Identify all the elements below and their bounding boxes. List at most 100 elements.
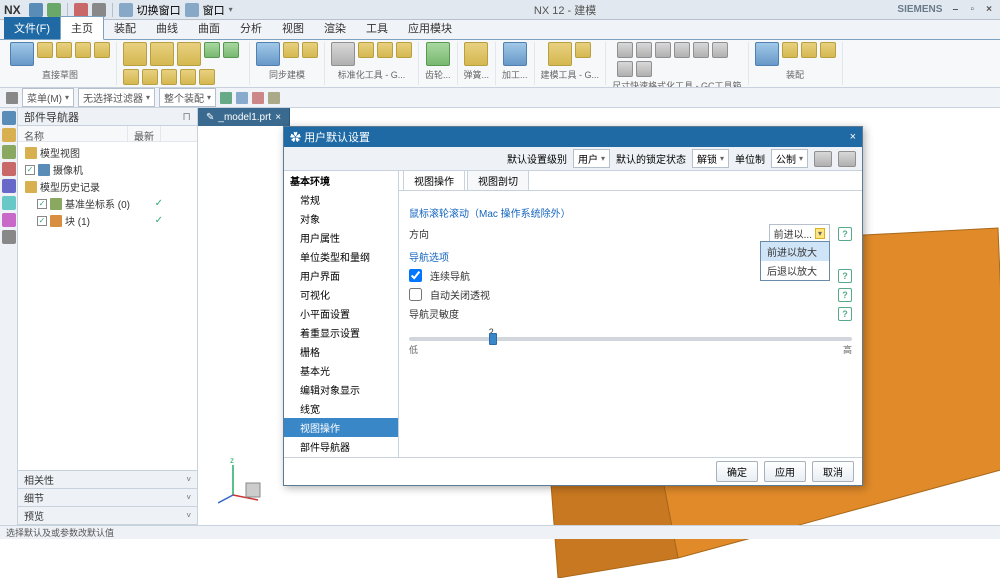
move-face-button[interactable] (256, 42, 280, 66)
filter-combo[interactable]: 无选择过滤器 ▾ (78, 88, 155, 107)
unite-button[interactable] (223, 42, 239, 58)
hole-button[interactable] (177, 42, 201, 66)
tab-home[interactable]: 主页 (60, 16, 104, 40)
tree-row[interactable]: ✓摄像机 (22, 161, 193, 178)
category-node[interactable]: 着重显示设置 (284, 323, 398, 342)
dim5-button[interactable] (693, 42, 709, 58)
category-node[interactable]: 部件导航器 (284, 437, 398, 456)
view-triad[interactable]: z (218, 455, 268, 505)
circle-button[interactable] (56, 42, 72, 58)
pattern-button[interactable] (204, 42, 220, 58)
roles-icon[interactable] (2, 230, 16, 244)
tab-view[interactable]: 视图 (272, 17, 314, 39)
asm3-button[interactable] (801, 42, 817, 58)
category-node[interactable]: 栅格 (284, 342, 398, 361)
lock-combo[interactable]: 解锁▾ (692, 149, 729, 168)
help-icon[interactable]: ? (838, 227, 852, 241)
apply-button[interactable]: 应用 (764, 461, 806, 482)
continuous-nav-checkbox[interactable] (409, 269, 422, 282)
datum-button[interactable] (123, 42, 147, 66)
dim6-button[interactable] (712, 42, 728, 58)
tab-curve[interactable]: 曲线 (146, 17, 188, 39)
category-node[interactable]: 对象 (284, 209, 398, 228)
dd-item-back-zoom-in[interactable]: 后退以放大 (761, 261, 829, 280)
category-node[interactable]: 单位类型和量纲 (284, 247, 398, 266)
col-name[interactable]: 名称 (18, 126, 128, 141)
section-deps[interactable]: 相关性˅ (18, 471, 197, 489)
gear-button[interactable] (426, 42, 450, 66)
rect-button[interactable] (37, 42, 53, 58)
section-details[interactable]: 细节˅ (18, 489, 197, 507)
arc-button[interactable] (94, 42, 110, 58)
dim2-button[interactable] (636, 42, 652, 58)
tab-render[interactable]: 渲染 (314, 17, 356, 39)
category-node[interactable]: 小平面设置 (284, 304, 398, 323)
tab-surface[interactable]: 曲面 (188, 17, 230, 39)
dd-item-forward-zoom-in[interactable]: 前进以放大 (761, 242, 829, 261)
extrude-button[interactable] (150, 42, 174, 66)
file-tab-close-icon[interactable]: × (275, 112, 281, 123)
spring-button[interactable] (464, 42, 488, 66)
asm-nav-icon[interactable] (2, 128, 16, 142)
dialog-tree[interactable]: 基本环境常规对象用户属性单位类型和量纲用户界面可视化小平面设置着重显示设置栅格基… (284, 171, 399, 457)
nav-pin-icon[interactable]: ⊓ (182, 110, 191, 123)
std-button[interactable] (331, 42, 355, 66)
dim4-button[interactable] (674, 42, 690, 58)
file-tab[interactable]: 文件(F) (4, 17, 60, 39)
sel-icon-3[interactable] (252, 92, 264, 104)
constraint-nav-icon[interactable] (2, 145, 16, 159)
category-node[interactable]: 基本环境 (284, 171, 398, 190)
category-node[interactable]: 用户界面 (284, 266, 398, 285)
sensitivity-slider[interactable]: 2 低 高 (409, 327, 852, 356)
graphics-viewport[interactable]: ✎ _model1.prt × z ✿ 用户默认设置 (198, 108, 1000, 525)
visibility-checkbox[interactable]: ✓ (37, 216, 47, 226)
dim7-button[interactable] (617, 61, 633, 77)
qat-undo-icon[interactable] (47, 3, 61, 17)
std2-button[interactable] (358, 42, 374, 58)
maximize-button[interactable]: ▫ (965, 4, 979, 15)
col-uptodate[interactable]: 最新 (128, 126, 161, 141)
category-node[interactable]: 常规 (284, 190, 398, 209)
shell-button[interactable] (123, 69, 139, 85)
level-combo[interactable]: 用户▾ (573, 149, 610, 168)
chamfer-button[interactable] (161, 69, 177, 85)
hd3d-icon[interactable] (2, 179, 16, 193)
subtab-view-ops[interactable]: 视图操作 (403, 171, 465, 190)
asm-button[interactable] (755, 42, 779, 66)
help-icon[interactable]: ? (838, 269, 852, 283)
category-node[interactable]: 线宽 (284, 399, 398, 418)
unit-combo[interactable]: 公制▾ (771, 149, 808, 168)
manage-button[interactable] (838, 151, 856, 167)
tree-row[interactable]: 模型视图 (22, 144, 193, 161)
cancel-button[interactable]: 取消 (812, 461, 854, 482)
tab-tools[interactable]: 工具 (356, 17, 398, 39)
window-icon[interactable] (185, 3, 199, 17)
tab-assembly[interactable]: 装配 (104, 17, 146, 39)
direction-dropdown[interactable]: 前进以...▾ 前进以放大 后退以放大 (769, 224, 830, 243)
mod2-button[interactable] (575, 42, 591, 58)
history-icon[interactable] (2, 213, 16, 227)
window-label[interactable]: 窗口 (203, 2, 225, 18)
asm2-button[interactable] (782, 42, 798, 58)
category-node[interactable]: 编辑对象显示 (284, 380, 398, 399)
replace-face-button[interactable] (302, 42, 318, 58)
auto-close-checkbox[interactable] (409, 288, 422, 301)
minimize-button[interactable]: – (948, 4, 962, 15)
sel-icon-4[interactable] (268, 92, 280, 104)
tree-row[interactable]: ✓块 (1)✓ (22, 212, 193, 229)
std4-button[interactable] (396, 42, 412, 58)
sel-icon-1[interactable] (220, 92, 232, 104)
delete-face-button[interactable] (283, 42, 299, 58)
help-icon[interactable]: ? (838, 288, 852, 302)
blend-button[interactable] (142, 69, 158, 85)
category-node[interactable]: 用户属性 (284, 228, 398, 247)
category-node[interactable]: 可视化 (284, 285, 398, 304)
switch-window-icon[interactable] (119, 3, 133, 17)
dialog-close-icon[interactable]: × (850, 131, 856, 143)
asm4-button[interactable] (820, 42, 836, 58)
category-node[interactable]: 基本光 (284, 361, 398, 380)
mod-button[interactable] (548, 42, 572, 66)
visibility-checkbox[interactable]: ✓ (37, 199, 47, 209)
tab-analysis[interactable]: 分析 (230, 17, 272, 39)
menu-button[interactable]: 菜单(M) ▾ (22, 88, 74, 107)
